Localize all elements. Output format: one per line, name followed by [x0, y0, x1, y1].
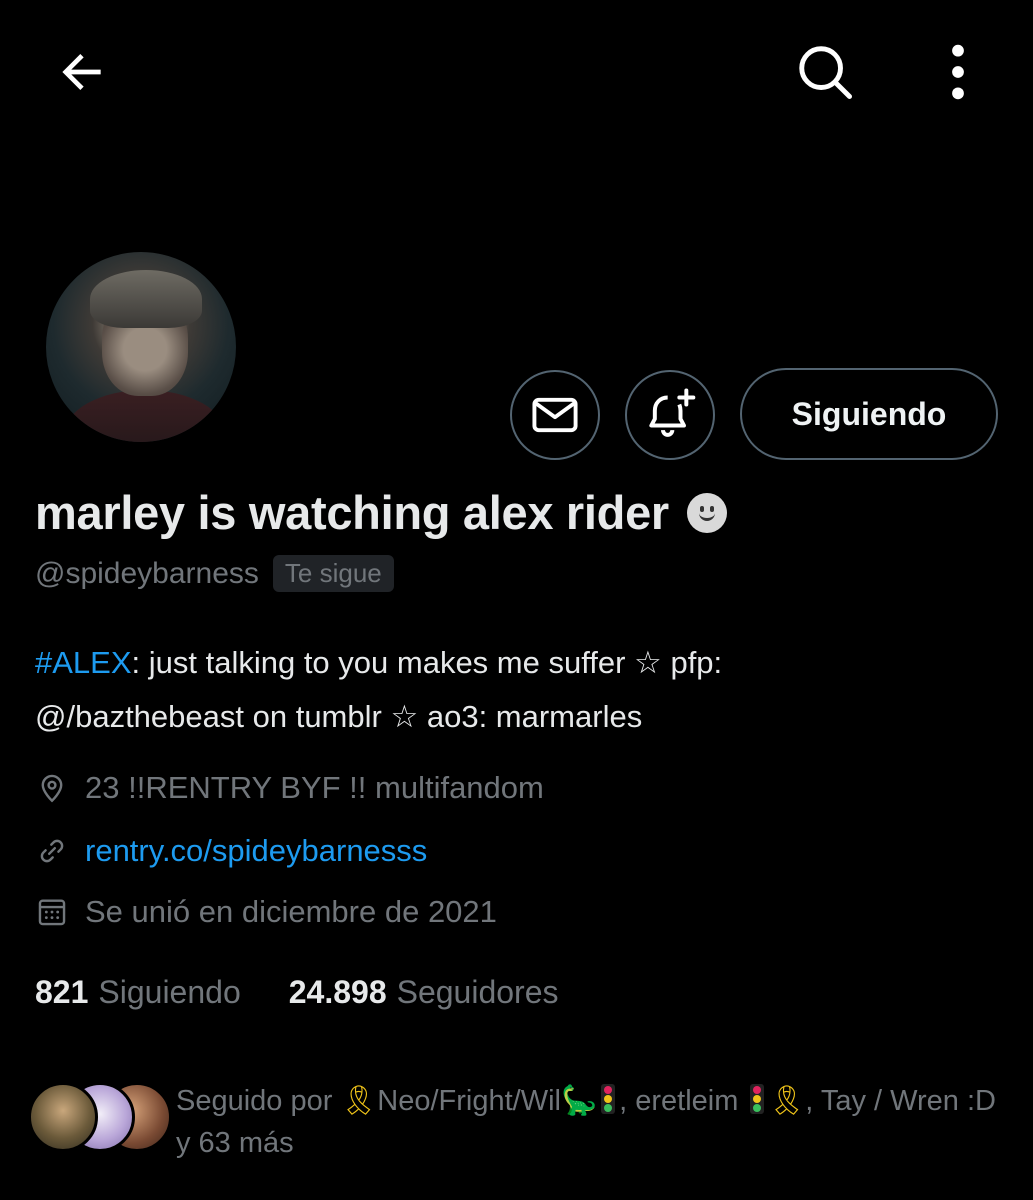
back-button[interactable]	[40, 30, 124, 114]
bell-plus-icon	[649, 388, 696, 437]
followed-by-text: Seguido por 🎗Neo/Fright/Wil🦕, eretleim 🎗…	[176, 1080, 1008, 1164]
bio-line-2: @/bazthebeast on tumblr ☆ ao3: marmarles	[35, 699, 643, 734]
website-link[interactable]: rentry.co/spideybarnesss	[85, 833, 427, 869]
handle-row: @spideybarness Te sigue	[35, 555, 394, 592]
display-name: marley is watching alex rider	[35, 486, 669, 539]
top-app-bar	[0, 0, 1033, 150]
follows-you-badge: Te sigue	[272, 555, 394, 592]
message-button[interactable]	[510, 370, 600, 460]
search-button[interactable]	[780, 30, 870, 114]
dinosaur-icon: 🦕	[561, 1085, 598, 1117]
follower-avatar-1	[28, 1082, 98, 1152]
traffic-light-icon	[601, 1084, 616, 1114]
followers-count: 24.898	[288, 974, 387, 1010]
follow-stats: 821 Siguiendo 24.898 Seguidores	[35, 974, 607, 1011]
yellow-ribbon-icon: 🎗	[340, 1085, 378, 1117]
smiling-face-icon	[686, 492, 727, 533]
location-pin-icon	[35, 771, 69, 805]
avatar-figure-hair	[90, 270, 202, 328]
following-stat-link[interactable]: 821 Siguiendo	[35, 974, 241, 1011]
bio-line-1-text: : just talking to you makes me suffer ☆ …	[131, 645, 723, 680]
followed-by-section[interactable]: Seguido por 🎗Neo/Fright/Wil🦕, eretleim 🎗…	[28, 1078, 1008, 1168]
location-row: 23 !!RENTRY BYF !! multifandom	[35, 770, 544, 806]
location-text: 23 !!RENTRY BYF !! multifandom	[85, 770, 544, 805]
avatar-figure-coat	[64, 390, 226, 442]
followed-by-prefix: Seguido por	[176, 1085, 341, 1117]
join-date-text: Se unió en diciembre de 2021	[85, 894, 497, 929]
following-count: 821	[35, 974, 89, 1010]
traffic-light-icon	[750, 1084, 765, 1114]
more-options-button[interactable]	[920, 30, 996, 114]
follower-name-1: Neo/Fright/Wil	[377, 1085, 561, 1117]
profile-bio: #ALEX: just talking to you makes me suff…	[35, 636, 995, 744]
more-vertical-icon	[952, 44, 964, 100]
calendar-icon	[35, 895, 69, 929]
following-label: Siguiendo	[98, 974, 241, 1010]
user-handle: @spideybarness	[35, 556, 259, 590]
following-button[interactable]: Siguiendo	[740, 368, 998, 460]
bio-hashtag-link[interactable]: #ALEX	[35, 645, 132, 680]
bio-line-1: #ALEX: just talking to you makes me suff…	[35, 636, 995, 690]
search-icon	[799, 46, 852, 99]
display-name-row: marley is watching alex rider	[35, 485, 727, 540]
followers-stat-link[interactable]: 24.898 Seguidores	[289, 974, 559, 1011]
link-icon	[35, 834, 69, 868]
follower-name-2: , eretleim	[619, 1085, 747, 1117]
arrow-left-icon	[62, 54, 101, 90]
followers-label: Seguidores	[396, 974, 559, 1010]
notifications-button[interactable]	[625, 370, 715, 460]
envelope-icon	[532, 397, 578, 433]
website-row: rentry.co/spideybarnesss	[35, 833, 427, 869]
yellow-ribbon-icon: 🎗	[768, 1085, 806, 1117]
profile-avatar[interactable]	[42, 248, 240, 446]
join-date-row: Se unió en diciembre de 2021	[35, 894, 497, 930]
